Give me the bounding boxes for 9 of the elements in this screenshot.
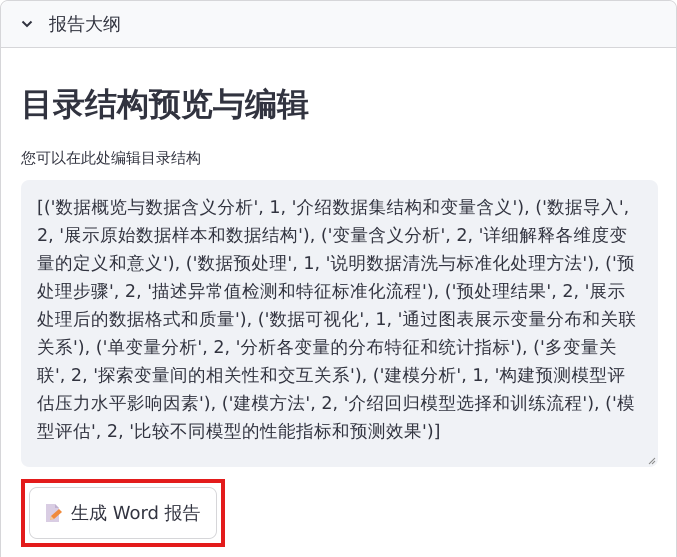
expander-title: 报告大纲: [49, 12, 121, 36]
page-heading: 目录结构预览与编辑: [21, 84, 310, 124]
field-label: 您可以在此处编辑目录结构: [21, 148, 201, 168]
resize-handle-icon[interactable]: [646, 455, 656, 465]
generate-report-button[interactable]: 生成 Word 报告: [29, 487, 217, 539]
expander-header[interactable]: 报告大纲: [1, 1, 676, 48]
chevron-down-icon: [21, 20, 33, 28]
document-pencil-icon: [45, 503, 63, 523]
text-area[interactable]: [('数据概览与数据含义分析', 1, '介绍数据集结构和变量含义'), ('数据导入', 2, '展示原始数据样本和数据结构'), ('变量含义分析', 2, '详细解释各维度变量的定义和意义'), ('数据预处理', 1, '说明数据清洗与标准化处理方法'), ('预处理步骤', 2, '描述异常值检测和特征标准化流程'), ('预处理结果', 2, '展示处理后的数据格式和质量'), ('数据可视化', 1, '通过图表展示变量分布和关联关系'), ('单变量分析', 2, '分析各变量的分布特征和统计指标'), ('多变量关联', 2, '探索变量间的相关性和交互关系'), ('建模分析', 1, '构建预测模型评估压力水平影响因素'), ('建模方法', 2, '介绍回归模型选择和训练流程'), ('模型评估', 2, '比较不同模型的性能指标和预测效果')]: [21, 180, 658, 467]
